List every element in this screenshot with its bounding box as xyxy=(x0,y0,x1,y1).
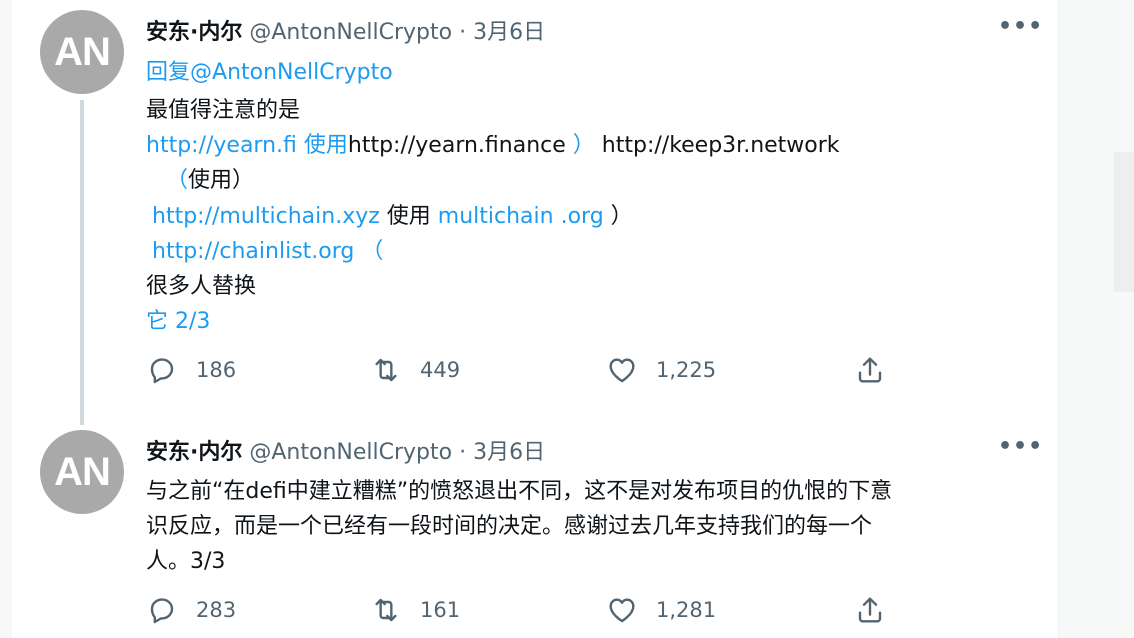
reply-count: 283 xyxy=(196,598,237,622)
scrollbar-track[interactable] xyxy=(1059,0,1134,638)
author-handle[interactable]: @AntonNellCrypto xyxy=(249,20,452,45)
text-use: 使用 xyxy=(386,204,431,229)
share-icon xyxy=(858,597,882,623)
tweet-text-line: （使用） xyxy=(166,162,254,194)
tweet-date[interactable]: 3月6日 xyxy=(473,440,545,465)
reply-handle-link[interactable]: @AntonNellCrypto xyxy=(190,60,393,85)
tweet-actions: 186 449 1,225 xyxy=(146,354,906,394)
tweet-text-line: 与之前“在defi中建立糟糕”的愤怒退出不同，这不是对发布项目的仇恨的下意 xyxy=(146,479,893,504)
avatar[interactable]: AN xyxy=(40,10,124,94)
separator-dot: · xyxy=(459,440,467,465)
retweet-icon xyxy=(375,358,397,382)
page-gutter xyxy=(0,0,12,638)
tweet-header: 安东·内尔 @AntonNellCrypto · 3月6日 xyxy=(146,434,545,466)
reply-context: 回复@AntonNellCrypto xyxy=(146,54,393,86)
like-button[interactable]: 1,225 xyxy=(606,354,716,386)
tweet-text-line: 很多人替换 xyxy=(146,274,257,299)
author-name[interactable]: 安东·内尔 xyxy=(146,20,242,45)
heart-icon xyxy=(609,358,635,383)
text-keep3r-network: http://keep3r.network xyxy=(601,133,840,158)
tweet-header: 安东·内尔 @AntonNellCrypto · 3月6日 xyxy=(146,14,545,46)
scrollbar-thumb[interactable] xyxy=(1114,152,1134,292)
text-paren: ） xyxy=(610,204,633,229)
text-yearn-finance: http://yearn.finance xyxy=(347,133,566,158)
link-multichain-xyz[interactable]: http://multichain.xyz xyxy=(152,204,380,229)
tweet-feed: AN 安东·内尔 @AntonNellCrypto · 3月6日 ••• 回复@… xyxy=(12,0,1059,638)
thread-connector-line xyxy=(80,100,84,425)
heart-icon xyxy=(609,598,635,623)
share-icon xyxy=(858,357,882,383)
separator-dot: · xyxy=(459,20,467,45)
author-handle[interactable]: @AntonNellCrypto xyxy=(249,440,452,465)
text-paren: ） xyxy=(572,133,595,158)
tweet-text-line: http://yearn.fi 使用http://yearn.finance ）… xyxy=(146,127,840,159)
link-chainlist-org[interactable]: http://chainlist.org （ xyxy=(152,233,383,265)
reply-count: 186 xyxy=(196,358,237,382)
tweet-text-line: 它 2/3 xyxy=(146,309,211,334)
like-count: 1,225 xyxy=(656,358,717,382)
more-options-icon[interactable]: ••• xyxy=(998,434,1043,459)
link-multichain-org[interactable]: multichain .org xyxy=(438,204,604,229)
tweet-2[interactable]: AN 安东·内尔 @AntonNellCrypto · 3月6日 ••• 与之前… xyxy=(12,425,1058,638)
share-button[interactable] xyxy=(854,594,904,626)
reply-button[interactable]: 283 xyxy=(146,594,236,626)
author-name[interactable]: 安东·内尔 xyxy=(146,440,242,465)
tweet-1[interactable]: AN 安东·内尔 @AntonNellCrypto · 3月6日 ••• 回复@… xyxy=(12,0,1058,425)
text-use: 使用） xyxy=(188,168,255,193)
reply-icon xyxy=(150,598,174,624)
reply-icon xyxy=(150,358,174,384)
retweet-count: 161 xyxy=(420,598,461,622)
text-paren: （ xyxy=(166,168,189,193)
tweet-date[interactable]: 3月6日 xyxy=(473,20,545,45)
tweet-text-line: 识反应，而是一个已经有一段时间的决定。感谢过去几年支持我们的每一个 xyxy=(146,514,873,539)
link-yearn-fi[interactable]: http://yearn.fi 使用 xyxy=(146,133,348,158)
retweet-button[interactable]: 449 xyxy=(370,354,460,386)
avatar[interactable]: AN xyxy=(40,430,124,514)
share-button[interactable] xyxy=(854,354,904,386)
retweet-button[interactable]: 161 xyxy=(370,594,460,626)
tweet-text-line: 人。3/3 xyxy=(146,549,226,574)
more-options-icon[interactable]: ••• xyxy=(998,14,1043,39)
like-count: 1,281 xyxy=(656,598,717,622)
reply-prefix: 回复 xyxy=(146,60,191,85)
tweet-actions: 283 161 1,281 xyxy=(146,594,906,634)
retweet-icon xyxy=(375,598,397,622)
tweet-text-line: 最值得注意的是 xyxy=(146,98,301,123)
tweet-text-line: http://multichain.xyz 使用 multichain .org… xyxy=(152,198,633,230)
like-button[interactable]: 1,281 xyxy=(606,594,716,626)
retweet-count: 449 xyxy=(420,358,461,382)
reply-button[interactable]: 186 xyxy=(146,354,236,386)
